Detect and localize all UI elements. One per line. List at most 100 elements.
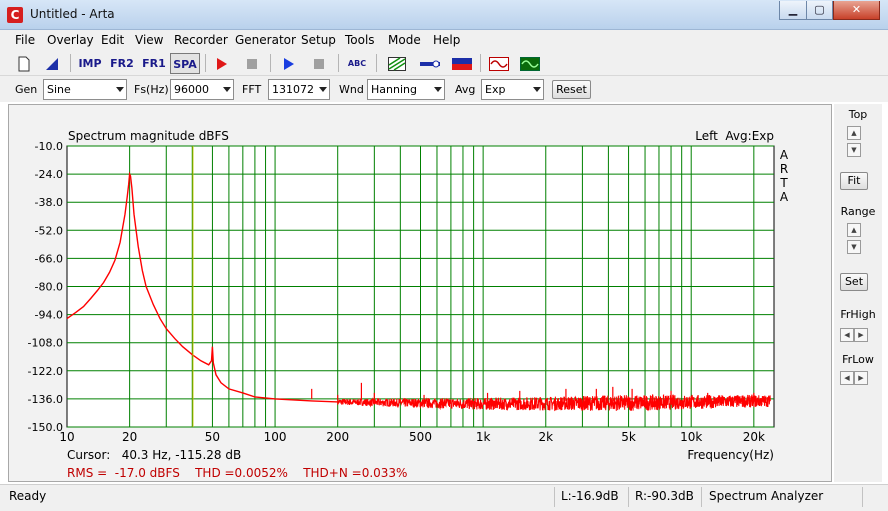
- menu-file[interactable]: File: [15, 33, 35, 47]
- arta-letter: A: [780, 190, 789, 204]
- gen-label: Gen: [15, 83, 38, 96]
- x-tick-label: 500: [409, 430, 432, 444]
- control-bar: Gen Sine Fs(Hz) 96000 FFT 131072 Wnd Han…: [0, 76, 888, 102]
- sample-rate-select[interactable]: 96000: [170, 79, 234, 100]
- frlow-left-button[interactable]: ◀: [840, 371, 854, 385]
- level-meter-icon: [452, 58, 472, 70]
- frhigh-right-button[interactable]: ▶: [854, 328, 868, 342]
- y-tick-label: -24.0: [35, 168, 63, 181]
- y-tick-label: -122.0: [28, 365, 63, 378]
- top-down-button[interactable]: ▼: [847, 143, 861, 157]
- y-tick-label: -136.0: [28, 393, 63, 406]
- fft-label: FFT: [242, 83, 262, 96]
- status-bar: Ready L:-16.9dB R:-90.3dB Spectrum Analy…: [0, 484, 888, 511]
- record-play-icon: [217, 58, 227, 70]
- x-tick-label: 10: [59, 430, 74, 444]
- signal-generator-button[interactable]: [487, 53, 511, 74]
- status-text: Ready: [9, 489, 47, 503]
- marker-button[interactable]: [418, 53, 442, 74]
- sine-wave-icon: [489, 57, 509, 71]
- y-tick-label: -10.0: [35, 140, 63, 153]
- fr2-mode-button[interactable]: FR2: [108, 53, 136, 74]
- left-level-readout: L:-16.9dB: [561, 489, 619, 503]
- slider-icon: [420, 60, 440, 68]
- y-tick-label: -94.0: [35, 309, 63, 322]
- stop-icon: [247, 59, 257, 69]
- arta-vertical-label: ARTA: [779, 148, 789, 204]
- sample-rate-value: 96000: [174, 83, 209, 96]
- range-up-button[interactable]: ▲: [847, 223, 861, 237]
- generator-type-select[interactable]: Sine: [43, 79, 127, 100]
- fs-label: Fs(Hz): [134, 83, 169, 96]
- menu-edit[interactable]: Edit: [101, 33, 124, 47]
- menu-view[interactable]: View: [135, 33, 163, 47]
- display-setup-button[interactable]: [385, 53, 409, 74]
- menu-bar: File Overlay Edit View Recorder Generato…: [0, 30, 888, 50]
- range-down-button[interactable]: ▼: [847, 240, 861, 254]
- x-axis-ticks: 10 20 50 100 200 500 1k 2k 5k 10k 20k: [59, 430, 765, 444]
- frlow-label: FrLow: [842, 353, 874, 366]
- impulse-mode-button[interactable]: IMP: [76, 53, 104, 74]
- generator-play-button[interactable]: [277, 53, 301, 74]
- set-button[interactable]: Set: [840, 273, 868, 291]
- spectrum-mode-button[interactable]: SPA: [170, 53, 200, 74]
- averaging-select[interactable]: Exp: [481, 79, 544, 100]
- y-tick-label: -150.0: [28, 421, 63, 434]
- x-axis-label: Frequency(Hz): [687, 448, 774, 462]
- window-function-value: Hanning: [371, 83, 417, 96]
- toolbar: IMP FR2 FR1 SPA ABC: [0, 50, 888, 76]
- arta-letter: A: [780, 148, 789, 162]
- minimize-button[interactable]: ▁: [779, 1, 807, 20]
- spectrum-plot-panel: Spectrum magnitude dBFS Left Avg:Exp -10…: [8, 104, 832, 482]
- right-level-readout: R:-90.3dB: [635, 489, 694, 503]
- maximize-button[interactable]: ▢: [806, 1, 833, 20]
- stop-record-button[interactable]: [240, 53, 264, 74]
- oscilloscope-icon: [520, 57, 540, 71]
- x-tick-label: 20: [122, 430, 137, 444]
- generator-stop-button[interactable]: [307, 53, 331, 74]
- top-label: Top: [848, 108, 868, 121]
- x-tick-label: 100: [264, 430, 287, 444]
- cursor-readout: Cursor: 40.3 Hz, -115.28 dB: [67, 448, 241, 462]
- measurement-summary: RMS = -17.0 dBFS THD =0.0052% THD+N =0.0…: [67, 466, 407, 480]
- menu-setup[interactable]: Setup: [301, 33, 336, 47]
- menu-recorder[interactable]: Recorder: [174, 33, 228, 47]
- abc-button[interactable]: ABC: [344, 53, 370, 74]
- frhigh-label: FrHigh: [840, 308, 876, 321]
- y-tick-label: -66.0: [35, 252, 63, 265]
- channel-avg-label: Left Avg:Exp: [695, 129, 774, 143]
- new-file-icon: [18, 56, 30, 72]
- y-axis-ticks: -10.0 -24.0 -38.0 -52.0 -66.0 -80.0 -94.0 -108.…: [28, 140, 63, 434]
- menu-tools[interactable]: Tools: [345, 33, 375, 47]
- record-button[interactable]: [210, 53, 234, 74]
- range-label: Range: [840, 205, 876, 218]
- arta-app-icon[interactable]: C: [7, 7, 23, 23]
- frhigh-left-button[interactable]: ◀: [840, 328, 854, 342]
- window-title: Untitled - Arta: [30, 7, 115, 21]
- open-button[interactable]: [40, 53, 64, 74]
- oscilloscope-button[interactable]: [518, 53, 542, 74]
- window-function-select[interactable]: Hanning: [367, 79, 445, 100]
- fit-button[interactable]: Fit: [840, 172, 868, 190]
- menu-mode[interactable]: Mode: [388, 33, 421, 47]
- menu-help[interactable]: Help: [433, 33, 460, 47]
- stop-icon: [314, 59, 324, 69]
- fft-size-select[interactable]: 131072: [268, 79, 330, 100]
- reset-button[interactable]: Reset: [552, 80, 591, 99]
- menu-generator[interactable]: Generator: [235, 33, 296, 47]
- fr1-mode-button[interactable]: FR1: [140, 53, 168, 74]
- scale-control-panel: Top ▲ ▼ Fit Range ▲ ▼ Set FrHigh ◀ ▶ FrL…: [834, 104, 882, 482]
- menu-overlay[interactable]: Overlay: [47, 33, 94, 47]
- wnd-label: Wnd: [339, 83, 364, 96]
- x-tick-label: 20k: [743, 430, 765, 444]
- frlow-right-button[interactable]: ▶: [854, 371, 868, 385]
- x-tick-label: 1k: [476, 430, 491, 444]
- close-button[interactable]: ✕: [833, 1, 880, 20]
- chevron-down-icon: [533, 87, 541, 92]
- level-meter-button[interactable]: [450, 53, 474, 74]
- new-file-button[interactable]: [12, 53, 36, 74]
- arta-letter: R: [780, 162, 788, 176]
- chevron-down-icon: [223, 87, 231, 92]
- spectrum-chart[interactable]: Spectrum magnitude dBFS Left Avg:Exp -10…: [9, 105, 831, 481]
- top-up-button[interactable]: ▲: [847, 126, 861, 140]
